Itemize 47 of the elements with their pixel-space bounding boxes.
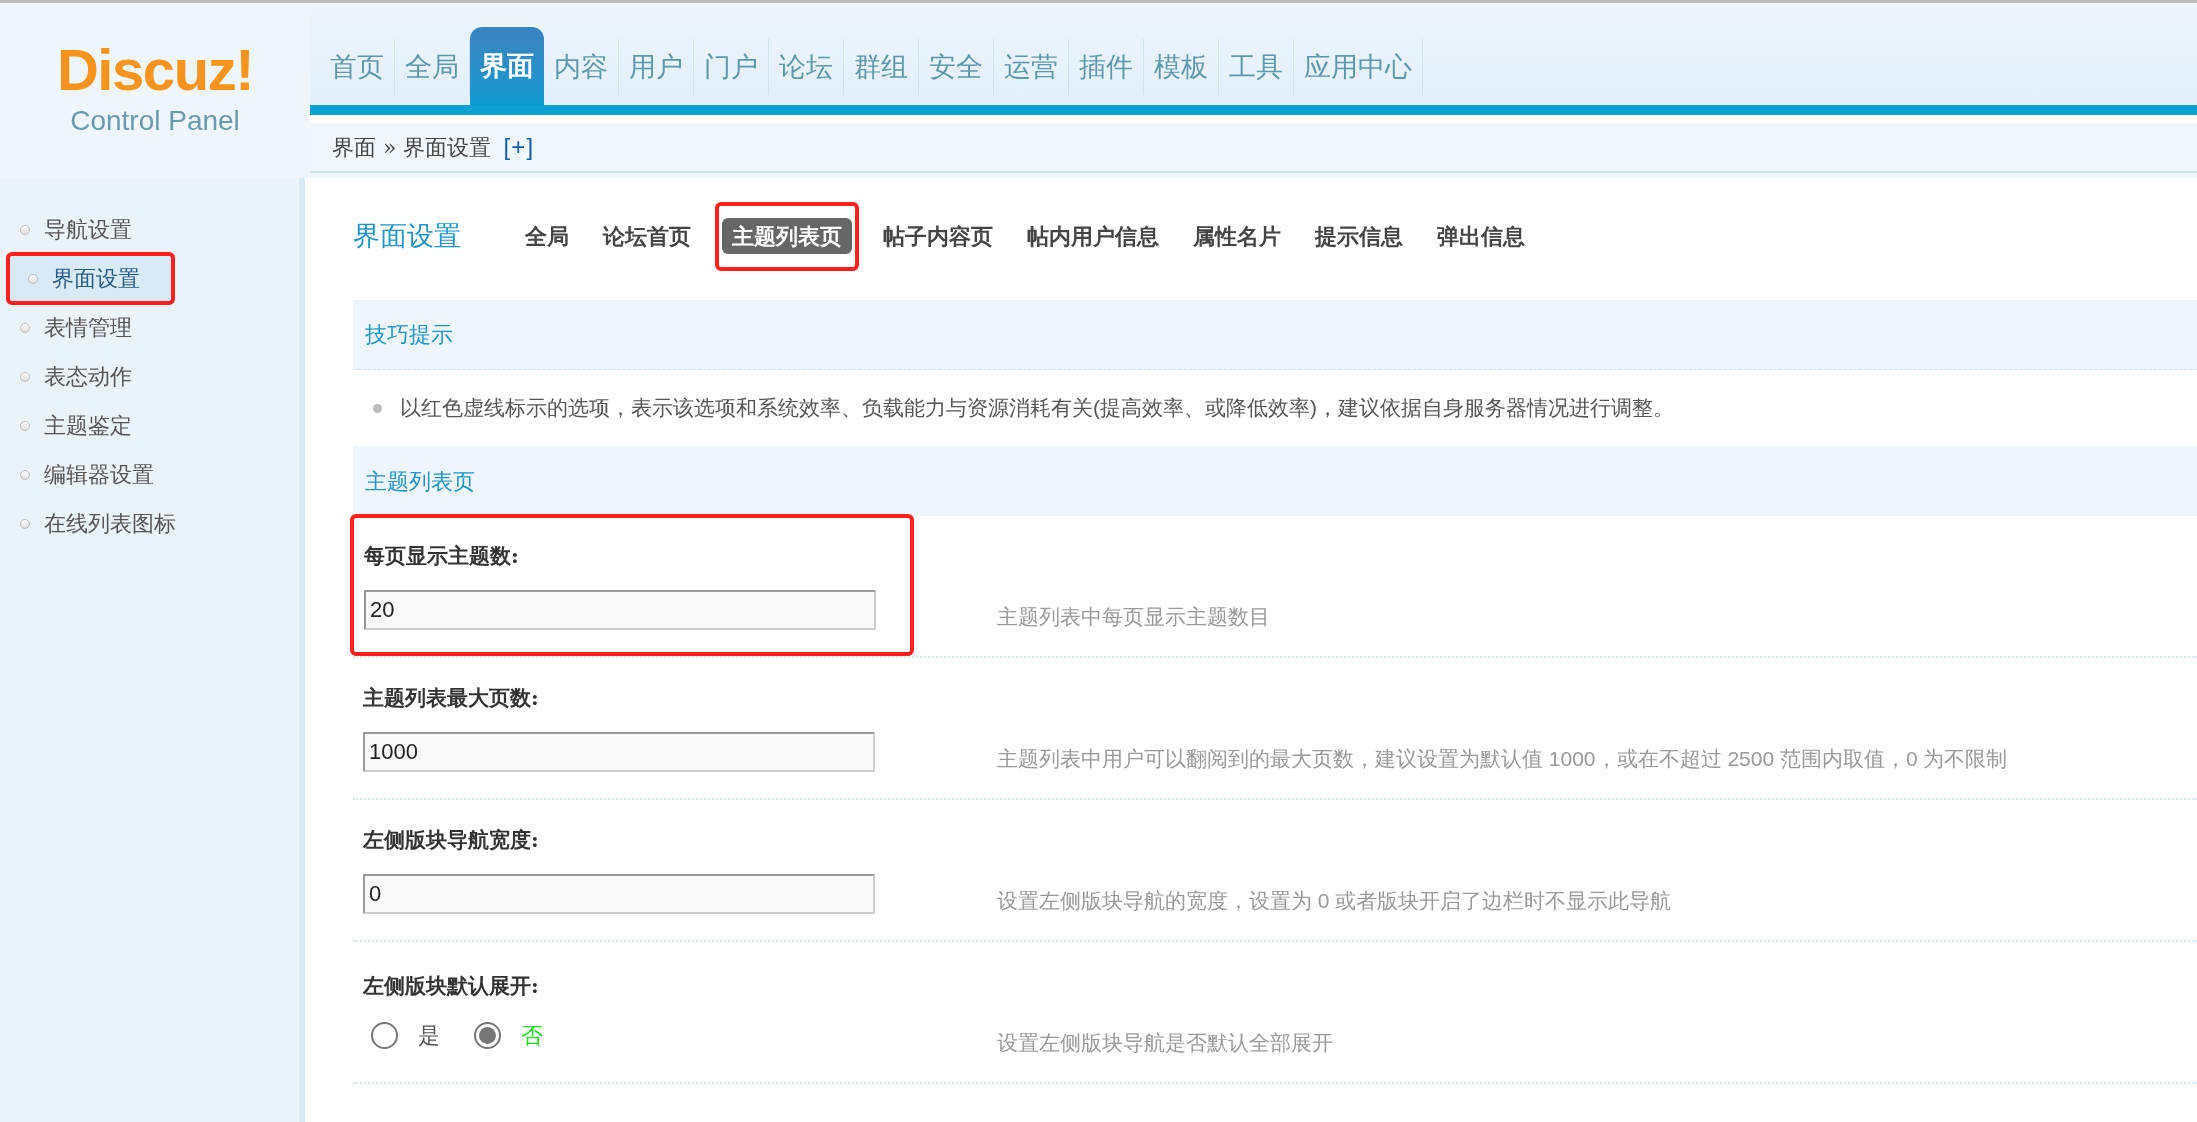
sub-tab[interactable]: 帖子内容页	[873, 214, 1003, 258]
bullet-icon	[20, 322, 30, 333]
section-heading: 主题列表页	[365, 467, 475, 496]
radio-button[interactable]	[371, 1022, 398, 1050]
bullet-icon	[20, 420, 30, 431]
sidebar-item[interactable]: 导航设置	[0, 205, 299, 254]
sub-tab[interactable]: 主题列表页	[722, 217, 852, 254]
sub-tab[interactable]: 弹出信息	[1427, 214, 1535, 258]
field-description: 设置左侧版块导航是否默认全部展开	[997, 1029, 1333, 1056]
field-label: 每页显示主题数:	[364, 542, 520, 571]
sidebar-item[interactable]: 主题鉴定	[0, 401, 299, 450]
field-label: 左侧版块导航宽度:	[363, 826, 540, 855]
logo-title: Discuz!	[56, 41, 254, 99]
logo-subtitle: Control Panel	[70, 104, 240, 138]
sidebar-item[interactable]: 表态动作	[0, 352, 299, 401]
radio-button[interactable]	[474, 1022, 501, 1050]
sub-tab[interactable]: 全局	[515, 214, 579, 258]
bullet-icon	[20, 371, 30, 382]
sub-tab[interactable]: 提示信息	[1305, 214, 1413, 258]
field-description: 主题列表中用户可以翻阅到的最大页数，建议设置为默认值 1000，或在不超过 2500 范围内取值，0 为不限制	[997, 745, 2008, 772]
bullet-icon	[20, 518, 30, 529]
input-field[interactable]: 1000	[363, 731, 875, 772]
sidebar-item[interactable]: 表情管理	[0, 303, 299, 352]
tip-text: 以红色虚线标示的选项，表示该选项和系统效率、负载能力与资源消耗有关(提高效率、或降低效率)，建议依据自身服务器情况进行调整。	[400, 395, 1674, 422]
bullet-icon	[28, 273, 38, 284]
sub-tab[interactable]: 属性名片	[1183, 214, 1291, 258]
bullet-icon	[20, 469, 30, 480]
section-heading: 技巧提示	[365, 321, 453, 349]
sidebar-item[interactable]: 编辑器设置	[0, 450, 299, 499]
add-shortcut-link[interactable]: [+]	[503, 129, 535, 165]
radio-label: 否	[521, 1022, 543, 1051]
breadcrumb: 界面 » 界面设置	[332, 133, 492, 162]
input-field[interactable]: 0	[363, 873, 875, 914]
input-field[interactable]: 20	[364, 589, 876, 630]
page-title: 界面设置	[353, 218, 461, 253]
sub-tab[interactable]: 帖内用户信息	[1017, 214, 1169, 258]
sidebar-item[interactable]: 界面设置	[8, 254, 173, 303]
field-label: 左侧版块默认展开:	[363, 971, 540, 1000]
sidebar-item[interactable]: 在线列表图标	[0, 499, 299, 548]
bullet-icon	[373, 403, 382, 413]
field-label: 主题列表最大页数:	[363, 684, 540, 713]
radio-label: 是	[418, 1022, 440, 1051]
bullet-icon	[20, 224, 30, 235]
field-description: 主题列表中每页显示主题数目	[997, 603, 1270, 630]
sub-tab[interactable]: 论坛首页	[593, 214, 701, 258]
nav-tab[interactable]: 界面	[470, 27, 544, 105]
field-description: 设置左侧版块导航的宽度，设置为 0 或者版块开启了边栏时不显示此导航	[997, 887, 1672, 914]
